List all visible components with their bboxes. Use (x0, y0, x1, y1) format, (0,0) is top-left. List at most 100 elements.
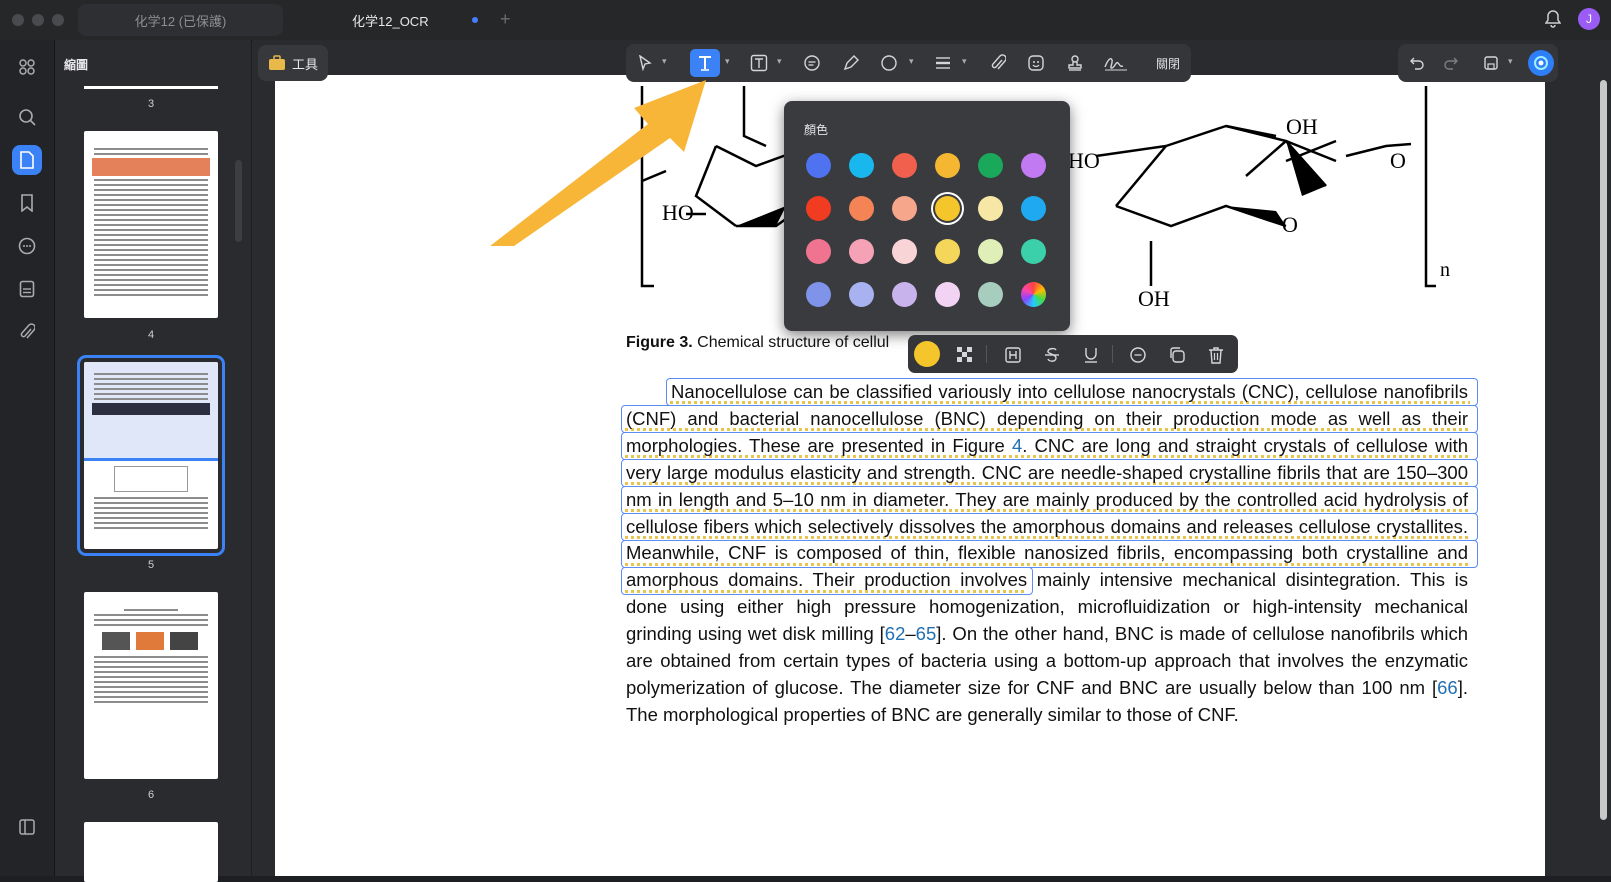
chem-label-oh: OH (1138, 286, 1170, 311)
window-zoom-button[interactable] (52, 14, 64, 26)
citation-link[interactable]: 62 (885, 623, 906, 644)
color-swatch[interactable] (935, 282, 960, 307)
form-icon[interactable] (12, 274, 42, 304)
attach-file-icon[interactable] (987, 52, 1009, 74)
chem-label-o: O (1282, 212, 1298, 237)
line-style-icon[interactable] (932, 52, 954, 74)
color-swatch[interactable] (892, 196, 917, 221)
page-3-thumbnail-edge[interactable] (84, 86, 218, 89)
page-scrollbar[interactable] (1600, 80, 1607, 820)
select-tool-icon[interactable] (634, 52, 656, 74)
sticker-icon[interactable] (1025, 52, 1047, 74)
comment-icon[interactable] (12, 231, 42, 261)
shape-circle-icon[interactable] (878, 52, 900, 74)
color-swatch[interactable] (892, 282, 917, 307)
panel-title: 縮圖 (64, 58, 89, 72)
new-tab-button[interactable]: + (500, 9, 511, 30)
highlight-color-button[interactable] (914, 341, 940, 367)
bookmark-icon[interactable] (12, 188, 42, 218)
chevron-down-icon[interactable]: ▾ (725, 56, 730, 67)
color-swatch[interactable] (806, 196, 831, 221)
chevron-down-icon[interactable]: ▾ (962, 56, 967, 67)
pen-icon[interactable] (840, 52, 862, 74)
color-swatch[interactable] (978, 153, 1003, 178)
redo-icon[interactable] (1440, 52, 1462, 74)
figure-reference-link[interactable]: 4 (1012, 435, 1022, 456)
unsaved-dot-icon (472, 17, 478, 23)
color-swatch[interactable] (1021, 196, 1046, 221)
highlight-text-icon[interactable] (1002, 344, 1024, 366)
color-swatch[interactable] (806, 239, 831, 264)
comment-tool-icon[interactable] (801, 52, 823, 74)
text-box-icon[interactable] (748, 52, 770, 74)
color-swatch[interactable] (849, 239, 874, 264)
chem-label-n: n (1440, 259, 1450, 281)
tools-button[interactable]: 工具 (258, 45, 328, 81)
grid-icon[interactable] (12, 52, 42, 82)
body-paragraph[interactable]: Nanocellulose can be classified variousl… (626, 379, 1468, 729)
thumbnails-icon[interactable] (12, 145, 42, 175)
page-5-thumbnail[interactable] (77, 355, 225, 556)
page-number-4: 4 (147, 329, 155, 341)
tools-label: 工具 (291, 56, 318, 72)
paragraph-text: – (905, 623, 916, 645)
chevron-down-icon[interactable]: ▾ (1508, 56, 1513, 67)
color-swatch[interactable] (806, 282, 831, 307)
avatar[interactable]: J (1578, 8, 1600, 30)
undo-icon[interactable] (1406, 52, 1428, 74)
color-swatch[interactable] (849, 153, 874, 178)
stamp-icon[interactable] (1064, 52, 1086, 74)
collapse-sidebar-icon[interactable] (12, 812, 42, 842)
color-swatch[interactable] (935, 196, 960, 221)
citation-link[interactable]: 66 (1437, 677, 1458, 698)
color-swatch[interactable] (892, 239, 917, 264)
citation-link[interactable]: 65 (916, 623, 937, 644)
signature-icon[interactable] (1102, 52, 1130, 74)
page-4-thumbnail[interactable] (84, 131, 218, 318)
divider (1112, 345, 1113, 363)
text-format-toolbar (908, 335, 1238, 373)
tab-label: 化学12_OCR (352, 13, 429, 29)
ai-assistant-icon[interactable] (1528, 50, 1554, 76)
color-swatch[interactable] (935, 153, 960, 178)
page-7-thumbnail[interactable] (84, 822, 218, 882)
color-swatch[interactable] (806, 153, 831, 178)
page-6-thumbnail[interactable] (84, 592, 218, 779)
page-number-5: 5 (147, 559, 155, 571)
chevron-down-icon[interactable]: ▾ (909, 56, 914, 67)
chem-label-oh: OH (1286, 114, 1318, 139)
search-icon[interactable] (12, 102, 42, 132)
tab-ocr-document[interactable]: 化学12_OCR (300, 4, 480, 36)
color-swatch[interactable] (892, 153, 917, 178)
color-swatch[interactable] (1021, 282, 1046, 307)
thumbnail-figure (114, 466, 188, 492)
color-swatch[interactable] (978, 239, 1003, 264)
window-minimize-button[interactable] (32, 14, 44, 26)
figure-caption: Figure 3. Chemical structure of cellul (626, 334, 889, 352)
strikethrough-icon[interactable] (1041, 344, 1063, 366)
color-swatch[interactable] (978, 196, 1003, 221)
color-swatch[interactable] (935, 239, 960, 264)
underline-icon[interactable] (1080, 344, 1102, 366)
opacity-icon[interactable] (954, 344, 976, 366)
save-icon[interactable] (1480, 52, 1502, 74)
close-toolbar-button[interactable]: 關閉 (1156, 55, 1180, 72)
color-swatch[interactable] (1021, 239, 1046, 264)
color-swatch[interactable] (978, 282, 1003, 307)
copy-icon[interactable] (1166, 344, 1188, 366)
color-swatch[interactable] (1021, 153, 1046, 178)
chevron-down-icon[interactable]: ▾ (662, 56, 667, 67)
history-toolbar: ▾ (1398, 44, 1558, 82)
bell-icon[interactable] (1544, 10, 1562, 32)
window-close-button[interactable] (12, 14, 24, 26)
color-swatch[interactable] (849, 196, 874, 221)
color-swatch[interactable] (849, 282, 874, 307)
trash-icon[interactable] (1205, 344, 1227, 366)
chevron-down-icon[interactable]: ▾ (777, 56, 782, 67)
text-tool-icon[interactable] (690, 49, 720, 77)
thumbnail-scrollbar[interactable] (235, 160, 242, 242)
tab-protected-document[interactable]: 化学12 (已保護) (78, 4, 283, 36)
caption-label: Figure 3. (626, 334, 693, 351)
add-comment-icon[interactable] (1127, 344, 1149, 366)
attachment-icon[interactable] (12, 317, 42, 347)
